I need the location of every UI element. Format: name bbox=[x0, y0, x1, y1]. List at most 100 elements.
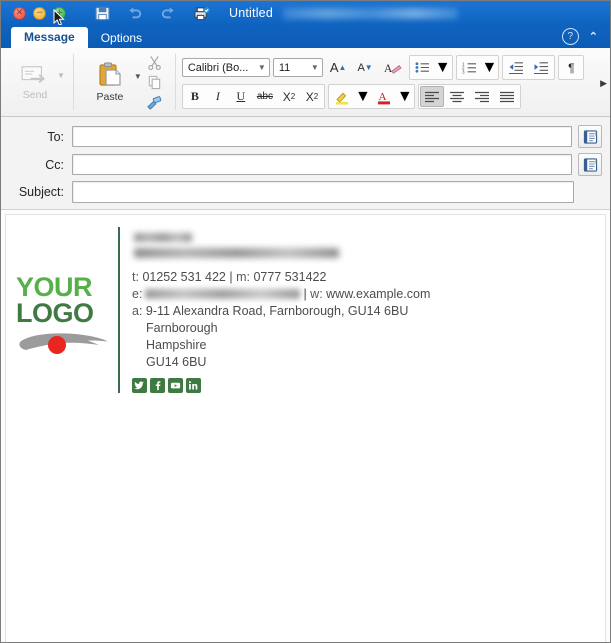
redo-icon[interactable] bbox=[158, 4, 178, 22]
web-value[interactable]: www.example.com bbox=[326, 287, 430, 301]
shrink-font-label: A bbox=[357, 61, 365, 74]
increase-indent-button[interactable] bbox=[529, 57, 553, 78]
signature-title-redacted bbox=[134, 248, 339, 258]
decrease-indent-button[interactable] bbox=[504, 57, 528, 78]
format-painter-icon[interactable] bbox=[144, 94, 165, 111]
bullets-button[interactable] bbox=[411, 57, 434, 78]
numbering-button[interactable]: 123 bbox=[458, 57, 481, 78]
svg-text:3: 3 bbox=[462, 69, 465, 74]
company-logo: YOUR LOGO bbox=[16, 227, 116, 393]
undo-icon[interactable] bbox=[125, 4, 145, 22]
signature-address-line-1: a: 9-11 Alexandra Road, Farnborough, GU1… bbox=[132, 303, 430, 320]
strikethrough-button[interactable]: abc bbox=[253, 86, 277, 107]
ribbon-divider bbox=[72, 54, 74, 110]
chevron-up-icon[interactable]: ⌃ bbox=[589, 30, 598, 43]
subject-row: Subject: bbox=[1, 181, 610, 203]
linkedin-icon[interactable] bbox=[186, 378, 201, 393]
to-label: To: bbox=[47, 129, 64, 144]
align-center-button[interactable] bbox=[445, 86, 469, 107]
grow-font-button[interactable]: A ▲ bbox=[326, 57, 351, 78]
font-size-value: 11 bbox=[278, 61, 291, 74]
subject-input[interactable] bbox=[72, 181, 574, 203]
mobile-value: 0777 531422 bbox=[253, 270, 327, 284]
ribbon-expand-button[interactable]: ▶ bbox=[600, 78, 607, 89]
send-dropdown-caret[interactable]: ▼ bbox=[57, 71, 65, 80]
bold-button[interactable]: B bbox=[184, 86, 206, 107]
highlight-group: ▼ A ▼ bbox=[327, 84, 415, 109]
clear-formatting-button[interactable]: A bbox=[380, 57, 406, 78]
save-icon[interactable] bbox=[92, 4, 112, 22]
to-input[interactable] bbox=[72, 126, 572, 147]
signature-address-line-3: Hampshire bbox=[146, 338, 207, 352]
highlight-color-button[interactable] bbox=[330, 86, 354, 107]
font-color-caret-icon[interactable]: ▼ bbox=[397, 88, 413, 106]
font-color-button[interactable]: A bbox=[372, 86, 396, 107]
twitter-icon[interactable] bbox=[132, 378, 147, 393]
tab-options[interactable]: Options bbox=[88, 28, 155, 49]
window-title-redacted bbox=[282, 7, 458, 19]
highlight-caret-icon[interactable]: ▼ bbox=[355, 88, 371, 106]
subscript-sub: 2 bbox=[290, 92, 296, 101]
maximize-button[interactable]: + bbox=[53, 6, 66, 20]
phone-value: 01252 531 422 bbox=[142, 270, 226, 284]
message-body[interactable]: YOUR LOGO t: 01252 531 422 | m: 0777 531… bbox=[5, 214, 606, 642]
address-value-1: 9-11 Alexandra Road, Farnborough, GU14 6… bbox=[145, 304, 409, 318]
svg-text:A: A bbox=[384, 62, 393, 74]
facebook-icon[interactable] bbox=[150, 378, 165, 393]
chevron-down-icon: ▼ bbox=[257, 63, 266, 72]
tabstrip-right-tools: ? ⌃ bbox=[561, 28, 610, 45]
paste-dropdown-caret[interactable]: ▼ bbox=[134, 72, 142, 81]
copy-icon[interactable] bbox=[144, 74, 165, 91]
signature-name-redacted bbox=[134, 233, 192, 242]
signature-address-line-4: GU14 6BU bbox=[146, 355, 207, 369]
help-icon[interactable]: ? bbox=[561, 28, 579, 45]
subscript-button[interactable]: X2 bbox=[278, 86, 300, 107]
social-icons bbox=[132, 378, 430, 393]
bullets-group: ▼ bbox=[408, 55, 453, 80]
bullets-caret-icon[interactable]: ▼ bbox=[435, 59, 451, 77]
cc-input[interactable] bbox=[72, 154, 572, 175]
separator-2: | bbox=[303, 287, 307, 301]
ribbon-divider-2 bbox=[174, 54, 176, 110]
quick-access-toolbar bbox=[92, 4, 211, 22]
align-left-button[interactable] bbox=[419, 86, 444, 107]
ribbon-group-font: Calibri (Bo... ▼ 11 ▼ A ▲ A ▼ A ▼ 1 2 3 … bbox=[178, 48, 589, 116]
ribbon-group-send: Send ▼ bbox=[1, 48, 71, 116]
web-key: w: bbox=[310, 287, 323, 301]
email-signature: YOUR LOGO t: 01252 531 422 | m: 0777 531… bbox=[16, 227, 430, 393]
subscript-label: X bbox=[282, 89, 291, 104]
paste-button[interactable]: Paste bbox=[82, 48, 138, 116]
phone-key: t: bbox=[132, 270, 139, 284]
signature-details: t: 01252 531 422 | m: 0777 531422 e: | w:… bbox=[132, 227, 430, 393]
subject-label: Subject: bbox=[18, 185, 64, 199]
shrink-font-button[interactable]: A ▼ bbox=[353, 57, 376, 78]
italic-button[interactable]: I bbox=[207, 86, 229, 107]
superscript-button[interactable]: X2 bbox=[301, 86, 323, 107]
close-icon: ✕ bbox=[15, 7, 24, 18]
numbering-caret-icon[interactable]: ▼ bbox=[482, 59, 498, 77]
cc-label: Cc: bbox=[45, 157, 64, 172]
superscript-label: X bbox=[305, 89, 314, 104]
maximize-icon: + bbox=[55, 7, 64, 18]
align-justify-button[interactable] bbox=[495, 86, 519, 107]
underline-button[interactable]: U bbox=[230, 86, 252, 107]
window-title: Untitled bbox=[229, 6, 273, 20]
cut-icon[interactable] bbox=[144, 54, 165, 71]
font-size-dropdown[interactable]: 11 ▼ bbox=[272, 58, 323, 77]
address-book-icon-cc[interactable] bbox=[578, 153, 602, 176]
paragraph-mark-group: ¶ bbox=[558, 55, 585, 80]
close-button[interactable]: ✕ bbox=[13, 6, 26, 20]
minimize-button[interactable]: − bbox=[33, 6, 46, 20]
font-name-dropdown[interactable]: Calibri (Bo... ▼ bbox=[181, 58, 270, 77]
print-preview-icon[interactable] bbox=[191, 4, 211, 22]
logo-line-1: YOUR bbox=[16, 272, 93, 302]
email-value-redacted bbox=[145, 289, 301, 299]
tab-message[interactable]: Message bbox=[11, 27, 88, 49]
align-right-button[interactable] bbox=[470, 86, 494, 107]
title-bar: ✕ − + Untitled bbox=[1, 1, 610, 26]
send-button[interactable]: Send bbox=[7, 48, 63, 116]
superscript-sup: 2 bbox=[313, 92, 319, 101]
address-book-icon-to[interactable] bbox=[578, 125, 602, 148]
show-paragraph-marks-button[interactable]: ¶ bbox=[560, 57, 582, 78]
youtube-icon[interactable] bbox=[168, 378, 183, 393]
